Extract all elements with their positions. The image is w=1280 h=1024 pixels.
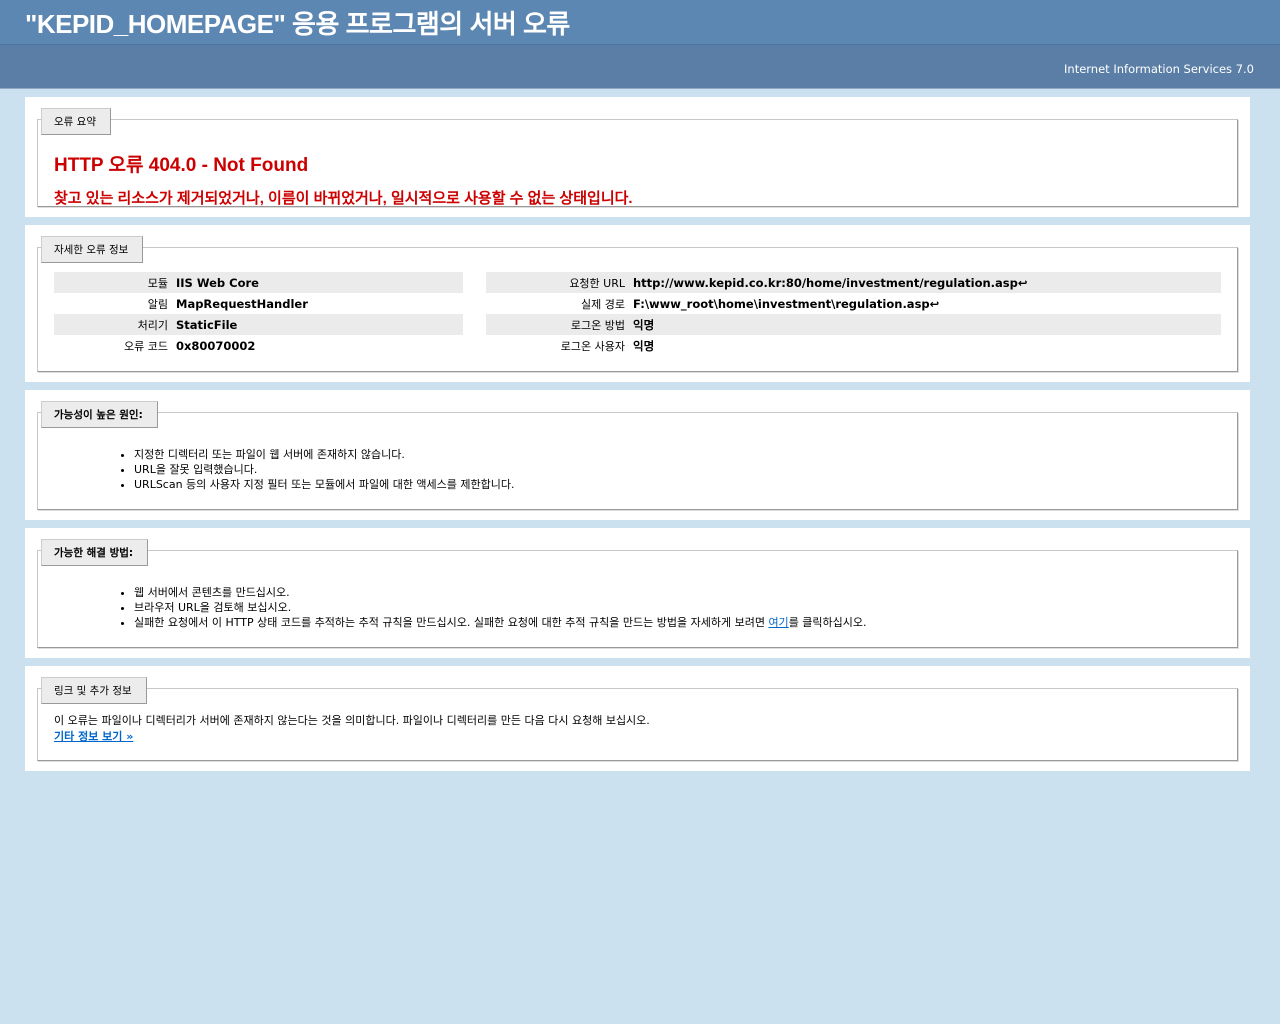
row-label: 알림	[54, 293, 176, 314]
table-row: 로그온 방법익명	[486, 314, 1221, 335]
causes-list: 지정한 디렉터리 또는 파일이 웹 서버에 존재하지 않습니다. URL을 잘못…	[120, 447, 1221, 492]
row-value: 0x80070002	[176, 335, 463, 356]
list-item: 지정한 디렉터리 또는 파일이 웹 서버에 존재하지 않습니다.	[134, 447, 1221, 462]
row-label: 처리기	[54, 314, 176, 335]
more-info-link[interactable]: 기타 정보 보기 »	[54, 730, 133, 743]
details-legend: 자세한 오류 정보	[41, 236, 143, 263]
links-text: 이 오류는 파일이나 디렉터리가 서버에 존재하지 않는다는 것을 의미합니다.…	[54, 713, 1221, 728]
details-right-table: 요청한 URLhttp://www.kepid.co.kr:80/home/in…	[486, 272, 1221, 356]
row-label: 요청한 URL	[486, 272, 633, 293]
row-value: 익명	[633, 314, 1221, 335]
error-summary-panel: 오류 요약 HTTP 오류 404.0 - Not Found 찾고 있는 리소…	[25, 97, 1250, 217]
row-value: MapRequestHandler	[176, 293, 463, 314]
row-value: IIS Web Core	[176, 272, 463, 293]
summary-legend: 오류 요약	[41, 108, 111, 135]
row-value: StaticFile	[176, 314, 463, 335]
solution-text-end: 를 클릭하십시오.	[789, 616, 867, 629]
row-label: 로그온 방법	[486, 314, 633, 335]
causes-legend: 가능성이 높은 원인:	[41, 401, 158, 428]
row-label: 실제 경로	[486, 293, 633, 314]
row-value: http://www.kepid.co.kr:80/home/investmen…	[633, 272, 1221, 293]
details-panel: 자세한 오류 정보 모듈IIS Web Core 알림MapRequestHan…	[25, 225, 1250, 382]
table-row: 요청한 URLhttp://www.kepid.co.kr:80/home/in…	[486, 272, 1221, 293]
solutions-legend: 가능한 해결 방법:	[41, 539, 148, 566]
here-link[interactable]: 여기	[768, 616, 788, 629]
list-item: 웹 서버에서 콘텐츠를 만드십시오.	[134, 585, 1221, 600]
row-label: 로그온 사용자	[486, 335, 633, 356]
table-row: 로그온 사용자익명	[486, 335, 1221, 356]
list-item: URLScan 등의 사용자 지정 필터 또는 모듈에서 파일에 대한 액세스를…	[134, 477, 1221, 492]
table-row: 모듈IIS Web Core	[54, 272, 463, 293]
solutions-list: 웹 서버에서 콘텐츠를 만드십시오. 브라우저 URL을 검토해 보십시오. 실…	[120, 585, 1221, 630]
error-message: 찾고 있는 리소스가 제거되었거나, 이름이 바뀌었거나, 일시적으로 사용할 …	[54, 187, 1221, 208]
list-item: URL을 잘못 입력했습니다.	[134, 462, 1221, 477]
causes-panel: 가능성이 높은 원인: 지정한 디렉터리 또는 파일이 웹 서버에 존재하지 않…	[25, 390, 1250, 520]
links-panel: 링크 및 추가 정보 이 오류는 파일이나 디렉터리가 서버에 존재하지 않는다…	[25, 666, 1250, 771]
solution-text: 실패한 요청에서 이 HTTP 상태 코드를 추적하는 추적 규칙을 만드십시오…	[134, 616, 768, 629]
error-title: HTTP 오류 404.0 - Not Found	[54, 150, 1221, 177]
details-left-table: 모듈IIS Web Core 알림MapRequestHandler 처리기St…	[54, 272, 463, 356]
row-value: 익명	[633, 335, 1221, 356]
list-item: 실패한 요청에서 이 HTTP 상태 코드를 추적하는 추적 규칙을 만드십시오…	[134, 615, 1221, 630]
list-item: 브라우저 URL을 검토해 보십시오.	[134, 600, 1221, 615]
row-label: 오류 코드	[54, 335, 176, 356]
table-row: 알림MapRequestHandler	[54, 293, 463, 314]
iis-version: Internet Information Services 7.0	[1064, 62, 1254, 76]
row-label: 모듈	[54, 272, 176, 293]
page-title: "KEPID_HOMEPAGE" 응용 프로그램의 서버 오류	[0, 0, 1280, 45]
table-row: 오류 코드0x80070002	[54, 335, 463, 356]
table-row: 처리기StaticFile	[54, 314, 463, 335]
table-row: 실제 경로F:\www_root\home\investment\regulat…	[486, 293, 1221, 314]
product-name: Internet Information Services 7.0	[0, 45, 1280, 89]
links-legend: 링크 및 추가 정보	[41, 677, 147, 704]
solutions-panel: 가능한 해결 방법: 웹 서버에서 콘텐츠를 만드십시오. 브라우저 URL을 …	[25, 528, 1250, 658]
row-value: F:\www_root\home\investment\regulation.a…	[633, 293, 1221, 314]
